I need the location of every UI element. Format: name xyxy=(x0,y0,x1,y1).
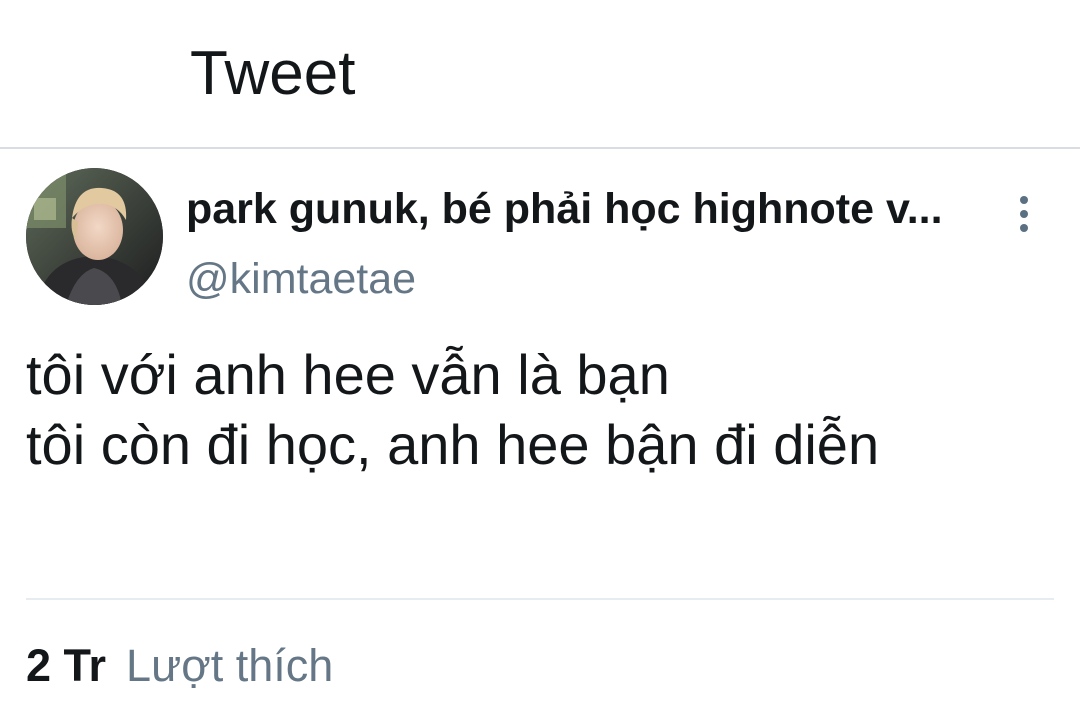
tweet-detail-page: Tweet park gunuk, bé phải học highnote v… xyxy=(0,0,1080,716)
like-count: 2 Tr xyxy=(26,640,107,691)
divider xyxy=(26,598,1054,600)
tweet-text-line: tôi với anh hee vẫn là bạn xyxy=(26,343,670,406)
tweet-text: tôi với anh hee vẫn là bạn tôi còn đi họ… xyxy=(26,340,1056,480)
more-vertical-icon xyxy=(1020,196,1028,232)
avatar[interactable] xyxy=(26,168,163,305)
author-handle[interactable]: @kimtaetae xyxy=(186,252,416,306)
arrow-left-icon xyxy=(48,68,72,88)
like-label: Lượt thích xyxy=(126,640,334,691)
page-title: Tweet xyxy=(190,39,356,108)
avatar-photo xyxy=(26,168,163,305)
back-button[interactable] xyxy=(40,58,80,98)
author-name[interactable]: park gunuk, bé phải học highnote v... xyxy=(186,182,976,236)
likes-stat[interactable]: 2 Tr Lượt thích xyxy=(26,638,333,694)
top-app-bar: Tweet xyxy=(0,0,1080,149)
more-options-button[interactable] xyxy=(1004,190,1044,238)
tweet-text-line: tôi còn đi học, anh hee bận đi diễn xyxy=(26,413,880,476)
